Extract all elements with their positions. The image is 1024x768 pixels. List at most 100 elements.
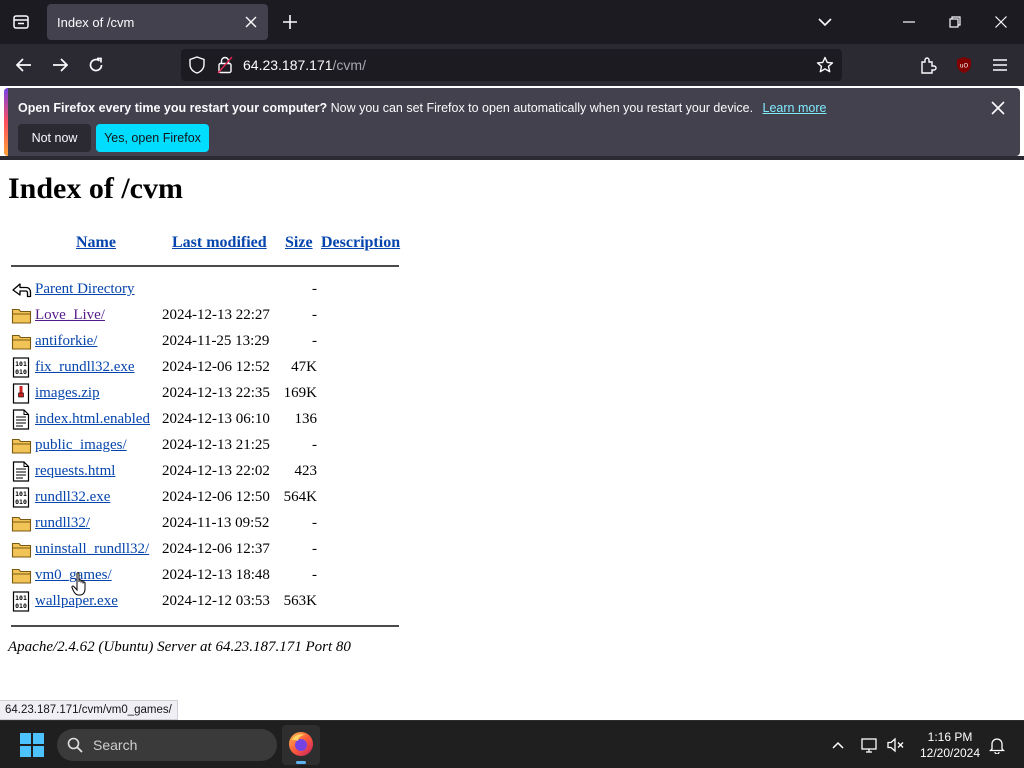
taskbar-search-box[interactable]: Search — [57, 729, 277, 761]
reload-button[interactable] — [81, 51, 111, 79]
lock-insecure-icon — [217, 56, 233, 74]
file-modified: 2024-11-25 13:29 — [162, 333, 270, 349]
taskbar-firefox-button[interactable] — [282, 725, 320, 765]
column-header-size[interactable]: Size — [285, 234, 313, 252]
file-size: 169K — [283, 385, 317, 401]
list-item: Love_Live/2024-12-13 22:27 - — [0, 304, 420, 330]
site-info-button[interactable] — [215, 55, 235, 75]
file-modified: 2024-12-06 12:37 — [162, 541, 270, 557]
column-header-last-modified[interactable]: Last modified — [172, 234, 267, 252]
list-item: Parent Directory - — [0, 278, 420, 304]
file-link[interactable]: public_images/ — [35, 437, 127, 454]
binary-icon: 101 010 — [11, 357, 32, 378]
list-item: public_images/2024-12-13 21:25 - — [0, 434, 420, 460]
volume-button[interactable] — [885, 734, 907, 756]
tracking-protection-button[interactable] — [187, 55, 207, 75]
column-header-description[interactable]: Description — [321, 234, 400, 252]
running-indicator — [296, 761, 306, 764]
close-window-button[interactable] — [978, 0, 1024, 44]
file-link[interactable]: antiforkie/ — [35, 333, 97, 350]
file-size: - — [312, 515, 317, 531]
file-size: 564K — [283, 489, 317, 505]
file-modified: 2024-12-06 12:52 — [162, 359, 270, 375]
search-placeholder: Search — [93, 737, 138, 753]
minimize-button[interactable] — [886, 0, 932, 44]
forward-button[interactable] — [45, 51, 75, 79]
puzzle-icon — [921, 57, 937, 74]
url-host: 64.23.187.171 — [243, 57, 333, 73]
archive-icon — [11, 383, 32, 404]
folder-icon — [11, 565, 32, 586]
arrow-right-icon — [53, 58, 68, 72]
firefox-view-button[interactable] — [8, 8, 34, 36]
new-tab-button[interactable] — [278, 9, 302, 35]
url-text[interactable]: 64.23.187.171/cvm/ — [243, 57, 366, 73]
list-item: vm0_games/2024-12-13 18:48- — [0, 564, 420, 590]
file-size: - — [312, 437, 317, 453]
url-path: /cvm/ — [332, 57, 366, 73]
app-menu-button[interactable] — [985, 51, 1015, 79]
bookmark-star-button[interactable] — [814, 54, 836, 76]
file-link[interactable]: images.zip — [35, 385, 100, 402]
file-link[interactable]: uninstall_rundll32/ — [35, 541, 149, 558]
notification-close-button[interactable] — [988, 98, 1008, 118]
server-signature: Apache/2.4.62 (Ubuntu) Server at 64.23.1… — [8, 639, 351, 655]
file-size: 563K — [283, 593, 317, 609]
url-bar[interactable]: 64.23.187.171/cvm/ — [181, 49, 842, 81]
network-button[interactable] — [859, 734, 881, 756]
file-modified: 2024-12-13 18:48 — [162, 567, 270, 583]
shield-icon — [189, 56, 205, 74]
star-icon — [816, 56, 834, 73]
file-modified: 2024-12-12 03:53 — [162, 593, 270, 609]
tab-active[interactable]: Index of /cvm — [47, 4, 268, 40]
close-icon — [245, 16, 257, 28]
ublock-icon: uO — [957, 57, 971, 73]
reload-icon — [89, 57, 103, 72]
start-button[interactable] — [20, 733, 44, 757]
back-button[interactable] — [9, 51, 39, 79]
list-all-tabs-button[interactable] — [812, 11, 838, 33]
binary-icon: 101 010 — [11, 591, 32, 612]
file-size: - — [312, 567, 317, 583]
list-item: images.zip 2024-12-13 22:35 169K — [0, 382, 420, 408]
restore-button[interactable] — [932, 0, 978, 44]
column-header-name[interactable]: Name — [76, 234, 116, 252]
file-link[interactable]: Love_Live/ — [35, 307, 105, 324]
svg-text:101: 101 — [15, 594, 27, 602]
clock-date: 12/20/2024 — [919, 746, 981, 760]
notification-body-text: Now you can set Firefox to open automati… — [330, 101, 754, 115]
chevron-down-icon — [818, 17, 832, 26]
navigation-toolbar: 64.23.187.171/cvm/ uO — [0, 44, 1024, 86]
not-now-button[interactable]: Not now — [18, 124, 91, 152]
svg-text:101: 101 — [15, 360, 27, 368]
hamburger-menu-icon — [993, 59, 1007, 71]
file-modified: 2024-12-06 12:50 — [162, 489, 270, 505]
tab-close-button[interactable] — [242, 13, 260, 31]
network-monitor-icon — [861, 738, 877, 753]
firefox-logo-icon — [289, 732, 313, 756]
restore-icon — [949, 16, 961, 28]
learn-more-link[interactable]: Learn more — [763, 101, 827, 115]
file-link[interactable]: rundll32/ — [35, 515, 90, 532]
taskbar-clock[interactable]: 1:16 PM 12/20/2024 — [912, 729, 988, 761]
yes-open-firefox-button[interactable]: Yes, open Firefox — [96, 124, 209, 152]
arrow-left-icon — [16, 58, 31, 72]
file-size: - — [312, 333, 317, 349]
list-item: antiforkie/2024-11-25 13:29 - — [0, 330, 420, 356]
taskbar: Search 1:16 PM 12/20/2024 — [0, 720, 1024, 768]
show-hidden-icons-button[interactable] — [827, 734, 849, 756]
file-link[interactable]: rundll32.exe — [35, 489, 110, 506]
ublock-origin-button[interactable]: uO — [949, 51, 979, 79]
file-modified: 2024-12-13 06:10 — [162, 411, 270, 427]
tab-title: Index of /cvm — [57, 15, 135, 30]
mouse-cursor-hand-icon — [71, 572, 86, 596]
extensions-button[interactable] — [913, 51, 943, 79]
file-link[interactable]: Parent Directory — [35, 281, 135, 298]
list-item: 101 010 rundll32.exe 2024-12-06 12:50 564K — [0, 486, 420, 512]
file-link[interactable]: requests.html — [35, 463, 115, 480]
file-link[interactable]: index.html.enabled — [35, 411, 150, 428]
file-link[interactable]: fix_rundll32.exe — [35, 359, 135, 376]
minimize-icon — [903, 21, 915, 23]
svg-text:010: 010 — [15, 368, 27, 376]
notifications-button[interactable] — [986, 734, 1008, 756]
